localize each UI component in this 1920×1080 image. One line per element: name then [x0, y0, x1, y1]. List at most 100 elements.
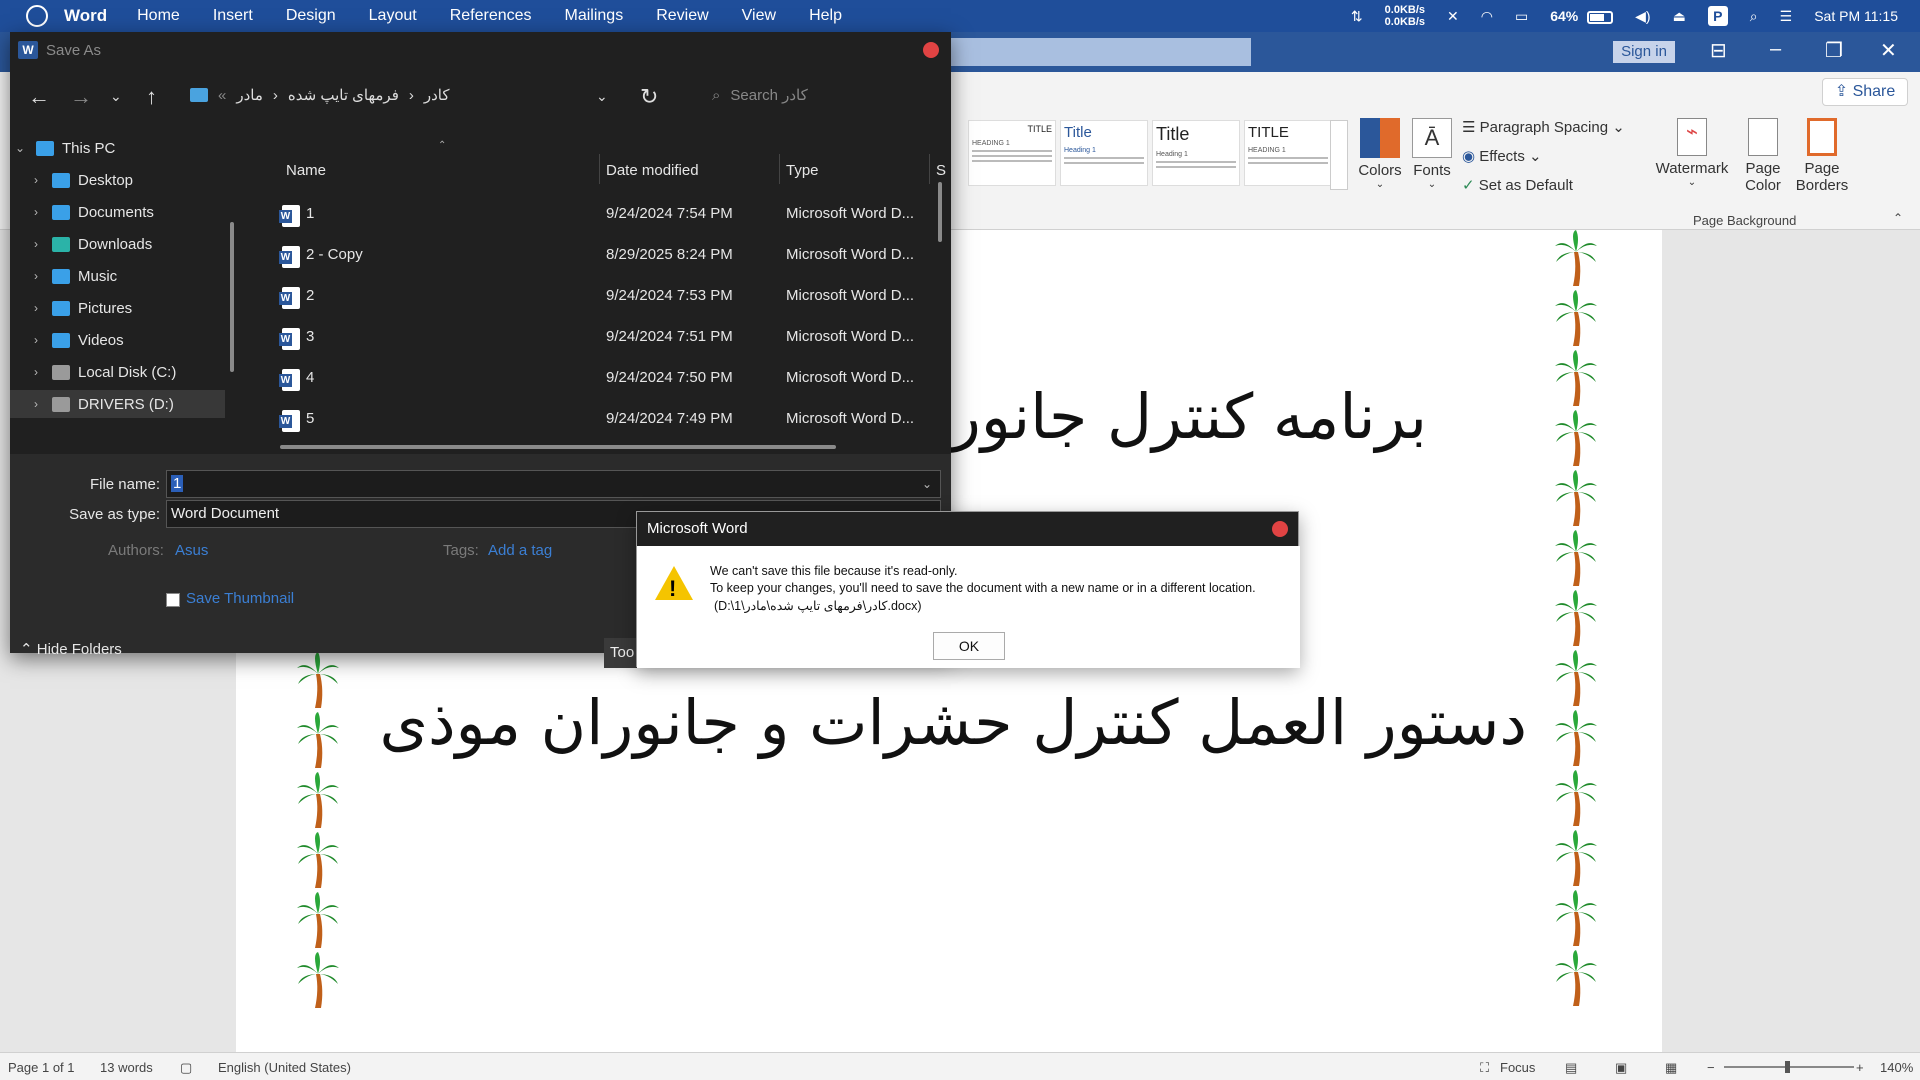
- focus-button[interactable]: Focus: [1500, 1060, 1535, 1075]
- column-name[interactable]: Name: [286, 162, 326, 179]
- column-separator[interactable]: [929, 154, 930, 184]
- tree-drivers-d[interactable]: › DRIVERS (D:): [10, 390, 225, 418]
- minimize-icon[interactable]: –: [1770, 38, 1781, 61]
- menu-design[interactable]: Design: [286, 7, 336, 25]
- word-search-bar[interactable]: [945, 38, 1251, 66]
- tree-videos[interactable]: › Videos: [10, 326, 225, 354]
- collapse-ribbon-icon[interactable]: ⌃: [1893, 211, 1903, 225]
- tree-downloads[interactable]: › Downloads: [10, 230, 225, 258]
- column-type[interactable]: Type: [786, 162, 819, 179]
- zoom-thumb[interactable]: [1785, 1061, 1790, 1073]
- volume-icon[interactable]: ◀): [1635, 8, 1650, 25]
- column-separator[interactable]: [599, 154, 600, 184]
- file-row[interactable]: 4 9/24/2024 7:50 PM Microsoft Word D...: [270, 360, 950, 396]
- page-color-button[interactable]: Page Color: [1738, 118, 1788, 194]
- menu-mailings[interactable]: Mailings: [565, 7, 624, 25]
- refresh-icon[interactable]: ↻: [640, 84, 658, 110]
- system-logo-icon[interactable]: [26, 5, 48, 27]
- display-icon[interactable]: ▭: [1515, 8, 1528, 25]
- zoom-out-icon[interactable]: −: [1707, 1060, 1715, 1075]
- web-layout-icon[interactable]: ▦: [1665, 1060, 1677, 1076]
- style-gallery-scroll[interactable]: [1330, 120, 1348, 190]
- style-set-1[interactable]: TITLE HEADING 1: [968, 120, 1056, 186]
- file-row[interactable]: 2 9/24/2024 7:53 PM Microsoft Word D...: [270, 278, 950, 314]
- colors-button[interactable]: Colors ⌄: [1358, 118, 1402, 190]
- column-size[interactable]: S: [936, 162, 946, 179]
- search-icon[interactable]: ⌕: [1750, 8, 1758, 25]
- save-thumbnail-checkbox[interactable]: [166, 593, 180, 607]
- save-as-close-button[interactable]: [923, 42, 939, 58]
- column-separator[interactable]: [779, 154, 780, 184]
- effects-button[interactable]: ◉ Effects ⌄: [1462, 147, 1542, 165]
- battery-status[interactable]: 64%: [1550, 8, 1614, 24]
- read-mode-icon[interactable]: ▤: [1565, 1060, 1577, 1076]
- ribbon-display-icon[interactable]: ⊟: [1710, 38, 1727, 63]
- file-list-horizontal-scrollbar[interactable]: [280, 445, 836, 449]
- folder-search-input[interactable]: ⌕ Search کادر: [700, 80, 940, 110]
- menu-layout[interactable]: Layout: [369, 7, 417, 25]
- sign-in-button[interactable]: Sign in: [1613, 41, 1675, 63]
- wifi-icon[interactable]: ◠: [1481, 8, 1493, 25]
- breadcrumb-1[interactable]: فرمهای تایپ شده: [288, 86, 399, 104]
- expand-icon[interactable]: ›: [26, 365, 46, 379]
- expand-icon[interactable]: ›: [26, 269, 46, 283]
- word-count[interactable]: 13 words: [100, 1060, 153, 1075]
- ok-button[interactable]: OK: [933, 632, 1005, 660]
- eject-icon[interactable]: ⏏: [1673, 8, 1686, 25]
- app-name[interactable]: Word: [64, 6, 107, 26]
- add-tag-link[interactable]: Add a tag: [488, 542, 552, 559]
- expand-icon[interactable]: ›: [26, 173, 46, 187]
- authors-value[interactable]: Asus: [175, 542, 208, 559]
- control-center-icon[interactable]: ☰: [1780, 8, 1793, 25]
- page-borders-button[interactable]: Page Borders: [1794, 118, 1850, 194]
- menu-view[interactable]: View: [742, 7, 776, 25]
- alert-close-button[interactable]: [1272, 521, 1288, 537]
- expand-icon[interactable]: ›: [26, 397, 46, 411]
- tree-this-pc[interactable]: ⌄ This PC: [10, 134, 225, 162]
- tree-documents[interactable]: › Documents: [10, 198, 225, 226]
- expand-icon[interactable]: ›: [26, 333, 46, 347]
- style-set-4[interactable]: TITLE HEADING 1: [1244, 120, 1332, 186]
- expand-icon[interactable]: ›: [26, 301, 46, 315]
- breadcrumb-0[interactable]: مادر: [236, 86, 263, 104]
- file-row[interactable]: 1 9/24/2024 7:54 PM Microsoft Word D...: [270, 196, 950, 232]
- chevron-down-icon[interactable]: ⌄: [922, 471, 932, 497]
- navigation-scrollbar[interactable]: [230, 222, 234, 372]
- expand-icon[interactable]: ⌄: [10, 141, 30, 155]
- menu-help[interactable]: Help: [809, 7, 842, 25]
- file-row[interactable]: 2 - Copy 8/29/2025 8:24 PM Microsoft Wor…: [270, 237, 950, 273]
- up-icon[interactable]: ↑: [146, 84, 157, 110]
- tree-local-disk-c[interactable]: › Local Disk (C:): [10, 358, 225, 386]
- forward-icon[interactable]: →: [70, 84, 92, 110]
- bluetooth-off-icon[interactable]: ✕: [1447, 8, 1459, 25]
- zoom-level[interactable]: 140%: [1880, 1060, 1913, 1075]
- paragraph-spacing-button[interactable]: ☰ Paragraph Spacing ⌄: [1462, 118, 1625, 136]
- address-bar[interactable]: « مادر › فرمهای تایپ شده › کادر: [190, 80, 610, 110]
- fonts-button[interactable]: Ā Fonts ⌄: [1410, 118, 1454, 190]
- close-icon[interactable]: ✕: [1880, 38, 1897, 63]
- style-set-3[interactable]: Title Heading 1: [1152, 120, 1240, 186]
- restore-icon[interactable]: ❐: [1825, 38, 1843, 63]
- zoom-in-icon[interactable]: +: [1856, 1060, 1864, 1075]
- menu-review[interactable]: Review: [656, 7, 708, 25]
- address-dropdown-icon[interactable]: ⌄: [596, 88, 608, 105]
- print-layout-icon[interactable]: ▣: [1615, 1060, 1627, 1076]
- clock[interactable]: Sat PM 11:15: [1814, 8, 1898, 24]
- breadcrumb-2[interactable]: کادر: [424, 86, 450, 104]
- app-badge-icon[interactable]: P: [1707, 6, 1728, 26]
- language[interactable]: English (United States): [218, 1060, 351, 1075]
- file-name-input[interactable]: 1 ⌄: [166, 470, 941, 498]
- back-icon[interactable]: ←: [28, 84, 50, 110]
- file-list-vertical-scrollbar[interactable]: [938, 182, 942, 242]
- tree-desktop[interactable]: › Desktop: [10, 166, 225, 194]
- column-date-modified[interactable]: Date modified: [606, 162, 699, 179]
- expand-icon[interactable]: ›: [26, 237, 46, 251]
- tree-pictures[interactable]: › Pictures: [10, 294, 225, 322]
- menu-references[interactable]: References: [450, 7, 532, 25]
- save-thumbnail-label[interactable]: Save Thumbnail: [186, 590, 294, 607]
- menu-home[interactable]: Home: [137, 7, 180, 25]
- file-row[interactable]: 3 9/24/2024 7:51 PM Microsoft Word D...: [270, 319, 950, 355]
- share-button[interactable]: ⇪ Share: [1822, 78, 1908, 106]
- tree-music[interactable]: › Music: [10, 262, 225, 290]
- recent-locations-icon[interactable]: ⌄: [110, 88, 122, 105]
